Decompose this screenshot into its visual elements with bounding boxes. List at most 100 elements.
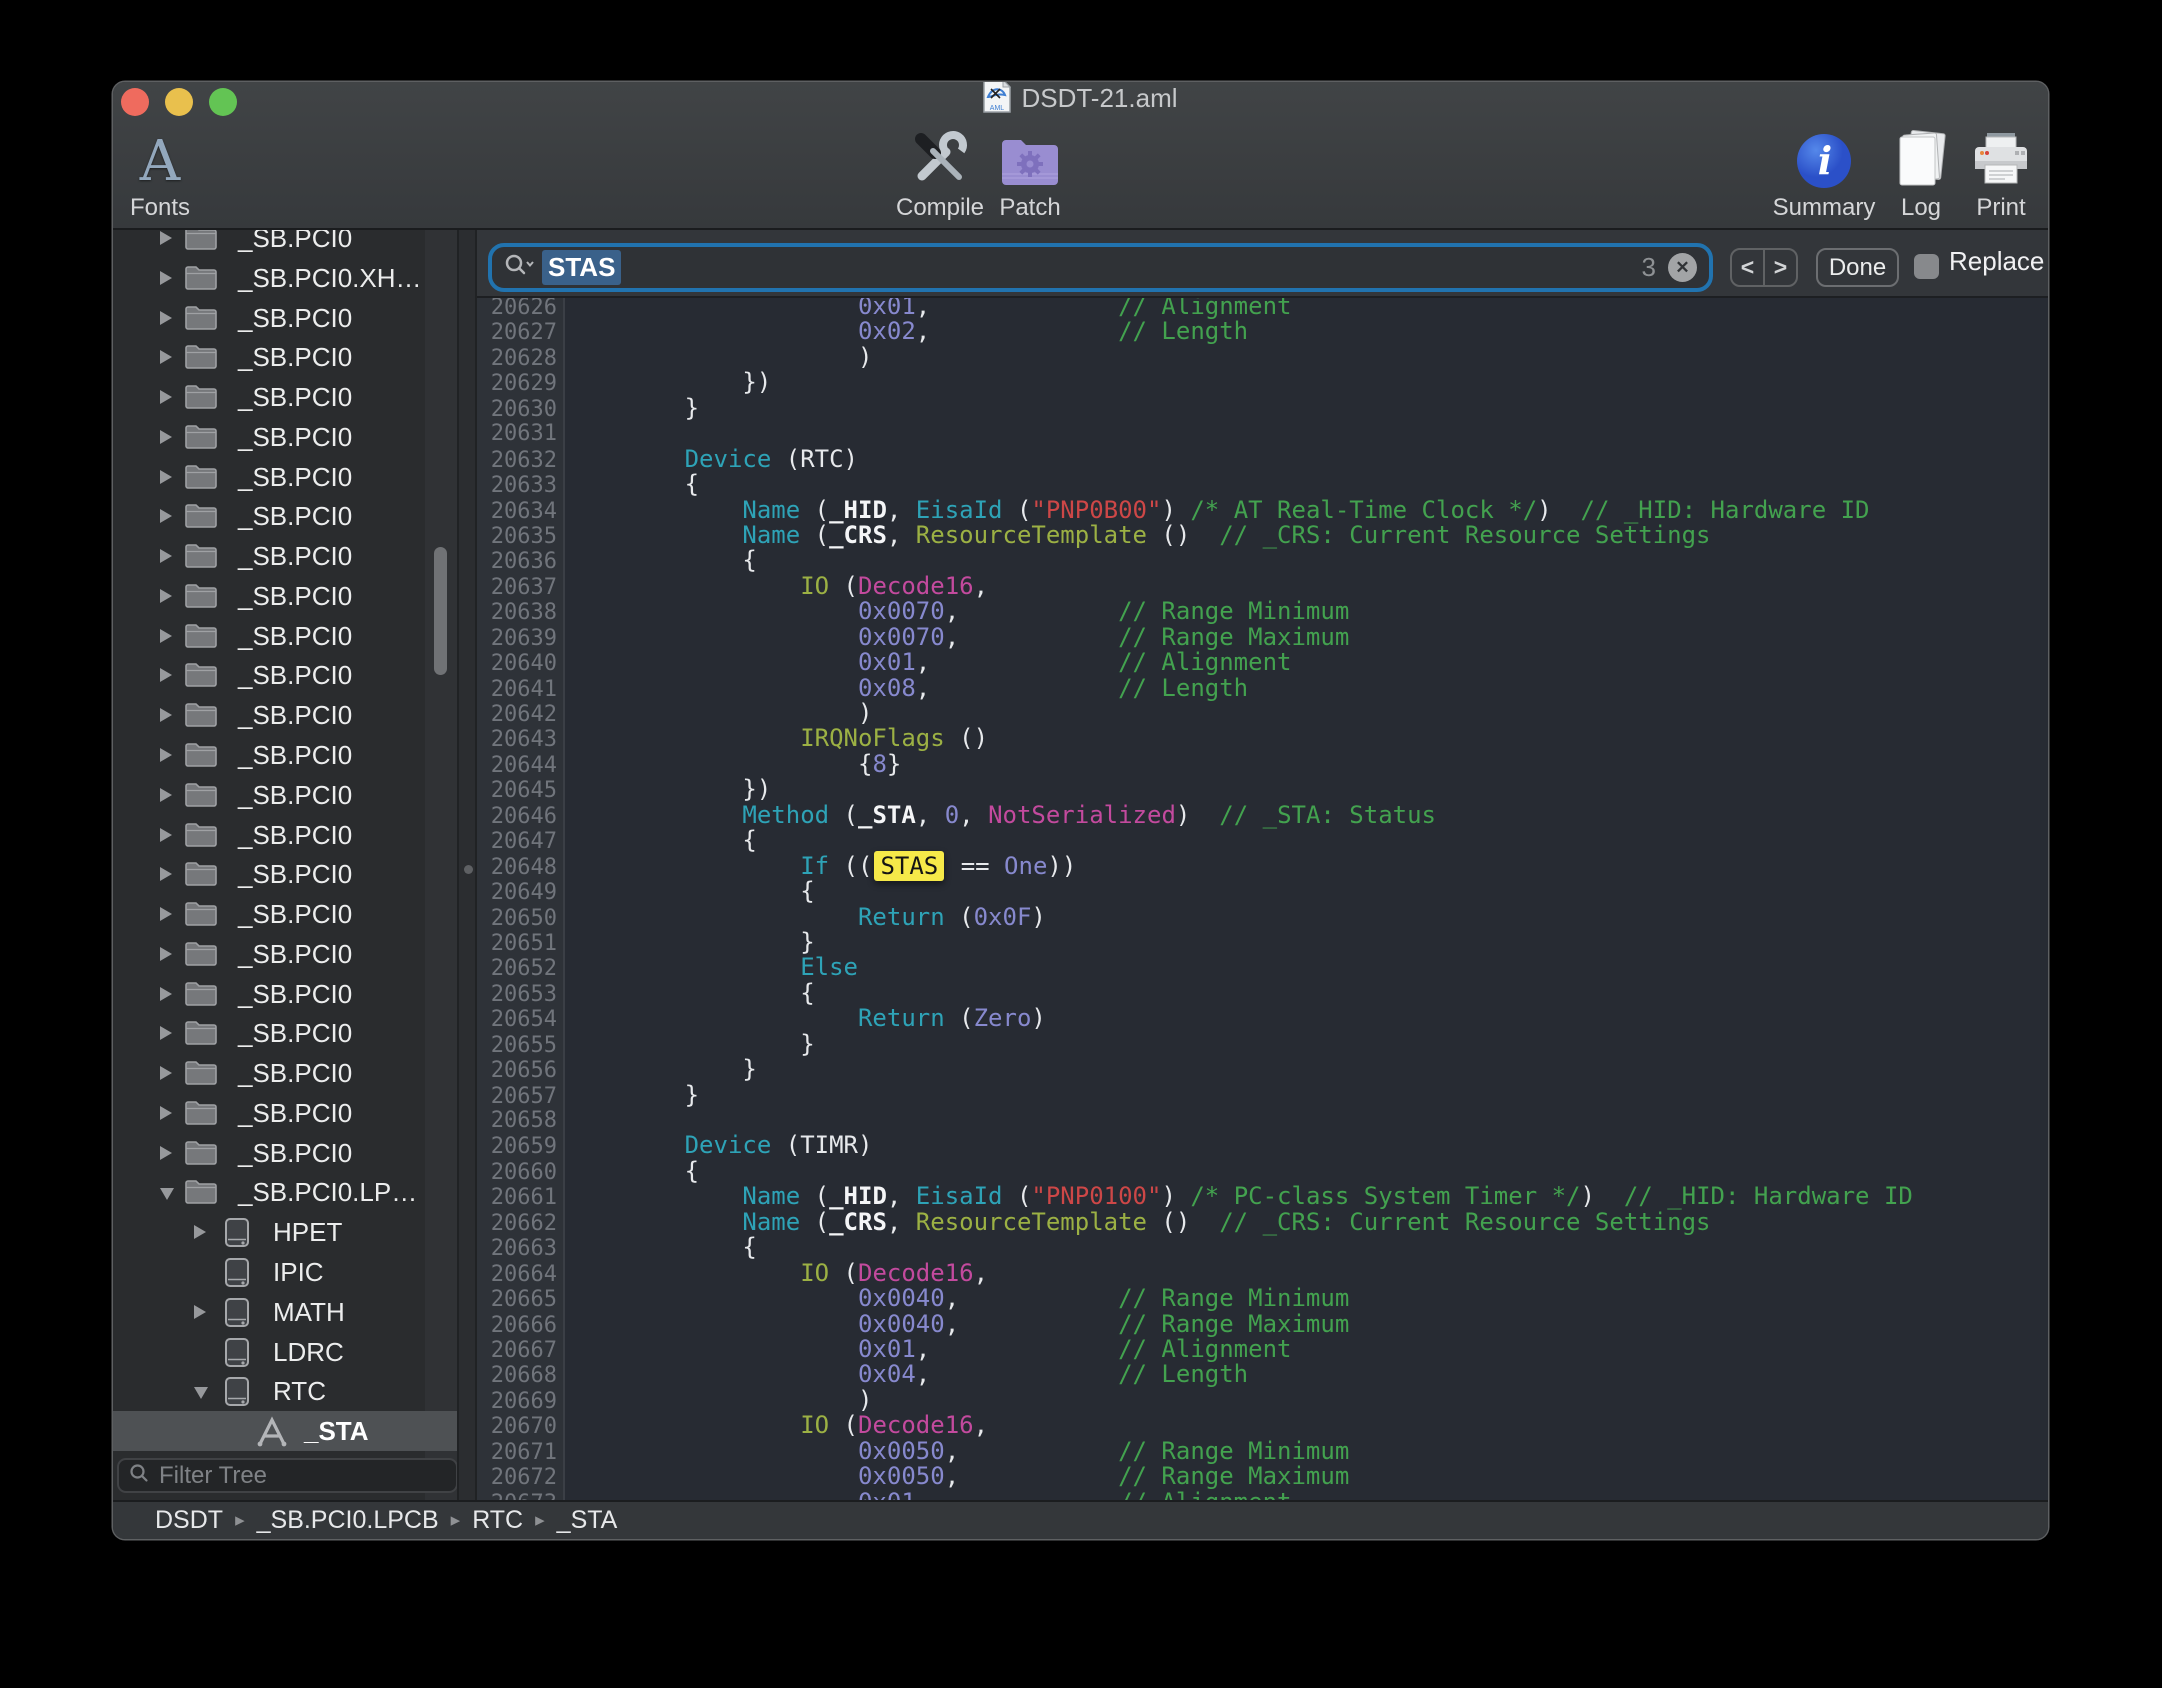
disclosure-collapsed-icon[interactable]	[160, 271, 172, 285]
code-line[interactable]: 20626 0x01, // Alignment	[477, 298, 2048, 319]
code-line[interactable]: 20649 {	[477, 879, 2048, 904]
sidebar-item--sb-pci0[interactable]: _SB.PCI0	[113, 230, 457, 258]
sidebar-item-rtc[interactable]: RTC	[113, 1371, 457, 1411]
sidebar-item--sb-pci0[interactable]: _SB.PCI0	[113, 894, 457, 934]
sidebar-item--sb-pci0[interactable]: _SB.PCI0	[113, 775, 457, 815]
code-line[interactable]: 20628 )	[477, 345, 2048, 370]
code-line[interactable]: 20638 0x0070, // Range Minimum	[477, 599, 2048, 624]
sidebar-item--sb-pci0[interactable]: _SB.PCI0	[113, 337, 457, 377]
done-button[interactable]: Done	[1816, 248, 1899, 287]
sidebar-item--sb-pci0[interactable]: _SB.PCI0	[113, 934, 457, 974]
replace-checkbox[interactable]	[1914, 254, 1939, 279]
code-line[interactable]: 20639 0x0070, // Range Maximum	[477, 625, 2048, 650]
sidebar-item--sb-pci0[interactable]: _SB.PCI0	[113, 417, 457, 457]
sidebar-item-ldrc[interactable]: LDRC	[113, 1332, 457, 1372]
sidebar-item--sb-pci0[interactable]: _SB.PCI0	[113, 1053, 457, 1093]
sidebar-item--sb-pci0[interactable]: _SB.PCI0	[113, 695, 457, 735]
disclosure-collapsed-icon[interactable]	[160, 1026, 172, 1040]
code-line[interactable]: 20657 }	[477, 1083, 2048, 1108]
code-line[interactable]: 20667 0x01, // Alignment	[477, 1337, 2048, 1362]
disclosure-collapsed-icon[interactable]	[160, 509, 172, 523]
code-line[interactable]: 20632 Device (RTC)	[477, 447, 2048, 472]
code-line[interactable]: 20634 Name (_HID, EisaId ("PNP0B00") /* …	[477, 498, 2048, 523]
disclosure-collapsed-icon[interactable]	[160, 430, 172, 444]
disclosure-collapsed-icon[interactable]	[160, 1146, 172, 1160]
breadcrumb-item[interactable]: DSDT	[155, 1506, 223, 1535]
disclosure-expanded-icon[interactable]	[194, 1387, 208, 1399]
sidebar-item--sb-pci0[interactable]: _SB.PCI0	[113, 974, 457, 1014]
disclosure-collapsed-icon[interactable]	[160, 828, 172, 842]
code-line[interactable]: 20660 {	[477, 1159, 2048, 1184]
breadcrumb-item[interactable]: RTC	[472, 1506, 523, 1535]
code-line[interactable]: 20673 0x01, // Alignment	[477, 1490, 2048, 1500]
sidebar-item--sta[interactable]: _STA	[113, 1411, 457, 1451]
sidebar-item--sb-pci0[interactable]: _SB.PCI0	[113, 298, 457, 338]
toolbar-patch-button[interactable]: Patch	[955, 124, 1105, 222]
sidebar-item--sb-pci0[interactable]: _SB.PCI0	[113, 655, 457, 695]
disclosure-collapsed-icon[interactable]	[160, 470, 172, 484]
sidebar-item--sb-pci0[interactable]: _SB.PCI0	[113, 1093, 457, 1133]
code-line[interactable]: 20651 }	[477, 930, 2048, 955]
code-line[interactable]: 20671 0x0050, // Range Minimum	[477, 1439, 2048, 1464]
disclosure-collapsed-icon[interactable]	[160, 907, 172, 921]
sidebar-item-math[interactable]: MATH	[113, 1292, 457, 1332]
disclosure-collapsed-icon[interactable]	[160, 668, 172, 682]
code-line[interactable]: 20659 Device (TIMR)	[477, 1133, 2048, 1158]
code-line[interactable]: 20627 0x02, // Length	[477, 319, 2048, 344]
code-line[interactable]: 20645 })	[477, 777, 2048, 802]
code-line[interactable]: 20661 Name (_HID, EisaId ("PNP0100") /* …	[477, 1184, 2048, 1209]
code-line[interactable]: 20637 IO (Decode16,	[477, 574, 2048, 599]
code-line[interactable]: 20653 {	[477, 981, 2048, 1006]
code-line[interactable]: 20662 Name (_CRS, ResourceTemplate () //…	[477, 1210, 2048, 1235]
code-line[interactable]: 20640 0x01, // Alignment	[477, 650, 2048, 675]
sidebar-item--sb-pci0[interactable]: _SB.PCI0	[113, 735, 457, 775]
disclosure-collapsed-icon[interactable]	[160, 390, 172, 404]
sidebar-item-ipic[interactable]: IPIC	[113, 1252, 457, 1292]
disclosure-expanded-icon[interactable]	[160, 1188, 174, 1200]
code-line[interactable]: 20654 Return (Zero)	[477, 1006, 2048, 1031]
code-line[interactable]: 20658	[477, 1108, 2048, 1133]
code-line[interactable]: 20641 0x08, // Length	[477, 676, 2048, 701]
code-line[interactable]: 20655 }	[477, 1032, 2048, 1057]
sidebar-item--sb-pci0[interactable]: _SB.PCI0	[113, 1133, 457, 1173]
code-line[interactable]: 20668 0x04, // Length	[477, 1362, 2048, 1387]
code-line[interactable]: 20631	[477, 421, 2048, 446]
sidebar-item--sb-pci0[interactable]: _SB.PCI0	[113, 815, 457, 855]
sidebar-splitter[interactable]	[457, 230, 477, 1500]
sidebar-item-hpet[interactable]: HPET	[113, 1212, 457, 1252]
disclosure-collapsed-icon[interactable]	[160, 231, 172, 245]
code-line[interactable]: 20635 Name (_CRS, ResourceTemplate () //…	[477, 523, 2048, 548]
disclosure-collapsed-icon[interactable]	[160, 708, 172, 722]
sidebar-item--sb-pci0[interactable]: _SB.PCI0	[113, 1013, 457, 1053]
disclosure-collapsed-icon[interactable]	[160, 947, 172, 961]
code-line[interactable]: 20666 0x0040, // Range Maximum	[477, 1312, 2048, 1337]
code-line[interactable]: 20652 Else	[477, 955, 2048, 980]
disclosure-collapsed-icon[interactable]	[160, 1066, 172, 1080]
sidebar-item--sb-pci0[interactable]: _SB.PCI0	[113, 576, 457, 616]
search-icon[interactable]	[504, 253, 534, 282]
disclosure-collapsed-icon[interactable]	[160, 589, 172, 603]
code-line[interactable]: 20648 If ((STAS == One))	[477, 854, 2048, 879]
disclosure-collapsed-icon[interactable]	[160, 549, 172, 563]
code-line[interactable]: 20642 )	[477, 701, 2048, 726]
disclosure-collapsed-icon[interactable]	[160, 350, 172, 364]
code-line[interactable]: 20656 }	[477, 1057, 2048, 1082]
sidebar-item--sb-pci0-lp-[interactable]: _SB.PCI0.LP…	[113, 1172, 457, 1212]
disclosure-collapsed-icon[interactable]	[194, 1305, 206, 1319]
find-previous-button[interactable]: <	[1732, 250, 1765, 285]
disclosure-collapsed-icon[interactable]	[160, 788, 172, 802]
toolbar-print-button[interactable]: Print	[1926, 124, 2048, 222]
code-line[interactable]: 20644 {8}	[477, 752, 2048, 777]
disclosure-collapsed-icon[interactable]	[160, 629, 172, 643]
code-line[interactable]: 20647 {	[477, 828, 2048, 853]
clear-search-button[interactable]: ✕	[1668, 253, 1697, 282]
code-line[interactable]: 20669 )	[477, 1388, 2048, 1413]
code-line[interactable]: 20670 IO (Decode16,	[477, 1413, 2048, 1438]
breadcrumb-item[interactable]: _STA	[557, 1506, 618, 1535]
code-line[interactable]: 20630 }	[477, 396, 2048, 421]
sidebar-scrollbar-thumb[interactable]	[434, 547, 447, 675]
code-line[interactable]: 20664 IO (Decode16,	[477, 1261, 2048, 1286]
sidebar-item--sb-pci0[interactable]: _SB.PCI0	[113, 536, 457, 576]
code-line[interactable]: 20650 Return (0x0F)	[477, 905, 2048, 930]
sidebar-item--sb-pci0-xh-[interactable]: _SB.PCI0.XH…	[113, 258, 457, 298]
